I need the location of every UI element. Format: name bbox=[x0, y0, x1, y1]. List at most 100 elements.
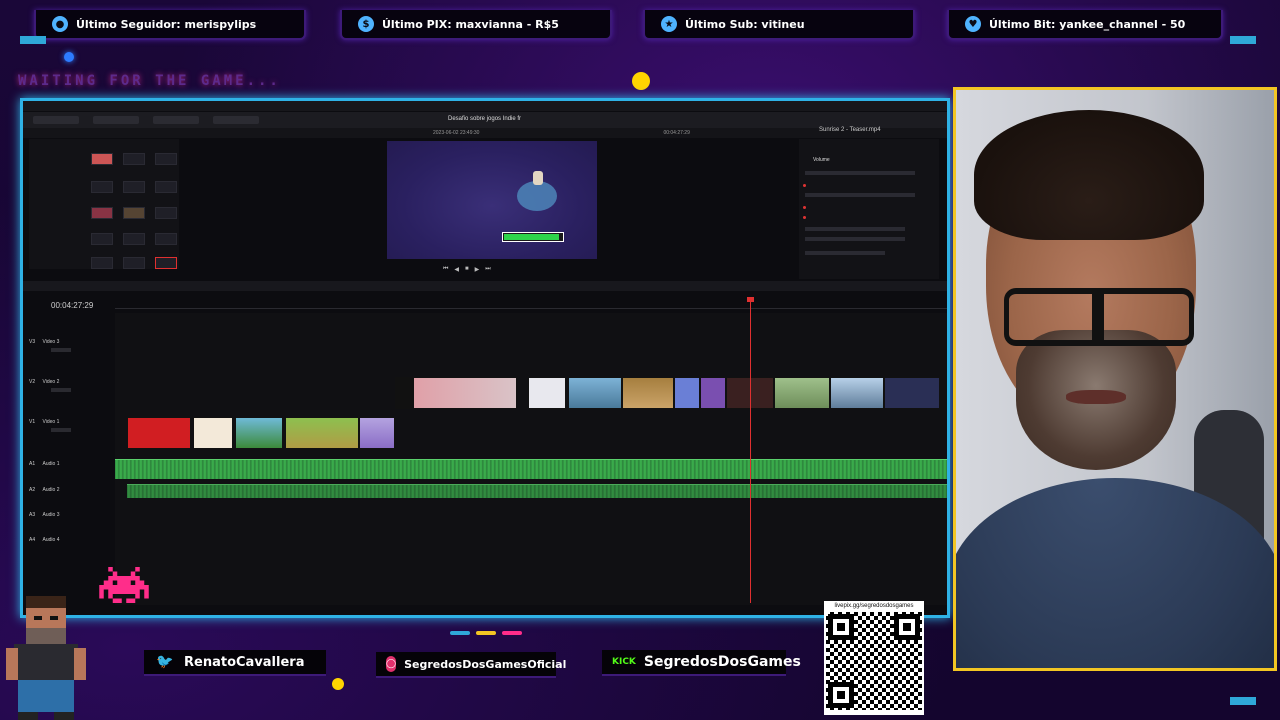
track-id: V3 bbox=[29, 339, 36, 345]
qr-url: livepix.gg/segredosdosgames bbox=[834, 603, 914, 609]
skip-back-icon[interactable]: ⏮ bbox=[443, 266, 448, 273]
sound-library-button[interactable] bbox=[213, 116, 259, 124]
inspector-panel[interactable]: Sunrise 2 - Teaser.mp4 Volume bbox=[799, 127, 939, 279]
track-controls[interactable] bbox=[51, 348, 71, 352]
timeline-clip[interactable] bbox=[359, 417, 395, 449]
timeline-clip[interactable] bbox=[395, 377, 413, 409]
instagram-label: SegredosDosGamesOficial bbox=[404, 657, 567, 671]
yellow-dot bbox=[632, 72, 650, 90]
keyframe-dot[interactable] bbox=[803, 216, 806, 219]
playhead[interactable] bbox=[750, 297, 751, 603]
keyframe-dot[interactable] bbox=[803, 184, 806, 187]
track-id: A2 bbox=[29, 487, 36, 493]
media-thumb-selected[interactable] bbox=[155, 257, 177, 269]
media-pool-panel[interactable] bbox=[29, 139, 179, 269]
media-thumb[interactable] bbox=[155, 153, 177, 165]
timeline-clip[interactable] bbox=[528, 377, 566, 409]
track-name: Audio 1 bbox=[42, 461, 60, 467]
timeline-clip[interactable] bbox=[568, 377, 622, 409]
playhead-handle[interactable] bbox=[747, 297, 754, 302]
media-thumb[interactable] bbox=[155, 207, 177, 219]
webcam-feed bbox=[953, 87, 1277, 671]
last-pix-bar: $ Último PIX: maxvianna - R$5 bbox=[340, 10, 612, 40]
media-thumb[interactable] bbox=[91, 233, 113, 245]
timeline-clip[interactable] bbox=[884, 377, 940, 409]
date-line: 2023-06-02 23:49:30 bbox=[433, 130, 480, 136]
timeline-toolbar[interactable] bbox=[23, 281, 947, 291]
timeline-clip[interactable] bbox=[622, 377, 674, 409]
blue-dot bbox=[64, 52, 74, 62]
media-thumb[interactable] bbox=[123, 153, 145, 165]
media-thumb[interactable] bbox=[91, 153, 113, 165]
timeline-clip[interactable] bbox=[127, 417, 191, 449]
video-editor-window[interactable]: Desafio sobre jogos Indie fr 2023-06-02 … bbox=[20, 98, 950, 618]
menu-bar[interactable] bbox=[23, 101, 947, 111]
inspector-slider[interactable] bbox=[805, 237, 905, 241]
timeline-clip[interactable] bbox=[830, 377, 884, 409]
transport-controls[interactable]: ⏮ ◀ ■ ▶ ⏭ bbox=[443, 266, 491, 273]
timeline-clip[interactable] bbox=[285, 417, 359, 449]
preview-viewer[interactable] bbox=[387, 141, 597, 259]
track-name: Audio 4 bbox=[42, 537, 60, 543]
last-sub-bar: ★ Último Sub: vitineu bbox=[643, 10, 915, 40]
decoration-bars bbox=[450, 631, 522, 635]
audio-track-2[interactable] bbox=[127, 484, 947, 498]
kick-label: SegredosDosGames bbox=[643, 654, 801, 670]
audio-track-1[interactable] bbox=[115, 459, 947, 479]
timeline-clip[interactable] bbox=[193, 417, 233, 449]
media-thumb[interactable] bbox=[155, 233, 177, 245]
timeline-ruler[interactable] bbox=[115, 301, 947, 309]
qr-finder bbox=[828, 682, 854, 708]
media-thumb[interactable] bbox=[91, 257, 113, 269]
last-follower-bar: ● Último Seguidor: merispylips bbox=[20, 10, 306, 42]
webcam-glasses bbox=[1004, 288, 1194, 346]
effects-button[interactable] bbox=[93, 116, 139, 124]
timeline-clip[interactable] bbox=[674, 377, 700, 409]
last-pix-label: Último PIX: maxvianna - R$5 bbox=[382, 17, 559, 31]
track-header-a2[interactable]: A2 Audio 2 bbox=[29, 487, 111, 493]
timeline-clip[interactable] bbox=[413, 377, 517, 409]
track-controls[interactable] bbox=[51, 388, 71, 392]
inspector-slider[interactable] bbox=[805, 193, 915, 197]
track-header-v2[interactable]: V2 Video 2 bbox=[29, 379, 111, 392]
skip-forward-icon[interactable]: ⏭ bbox=[485, 266, 490, 273]
play-icon[interactable]: ▶ bbox=[475, 266, 480, 273]
track-controls[interactable] bbox=[51, 428, 71, 432]
media-pool-button[interactable] bbox=[33, 116, 79, 124]
instagram-handle: ◯ SegredosDosGamesOficial bbox=[376, 652, 566, 678]
last-bit-bar: ♥ Último Bit: yankee_channel - 50 bbox=[947, 10, 1223, 40]
instagram-icon: ◯ bbox=[386, 656, 397, 672]
media-thumb[interactable] bbox=[123, 181, 145, 193]
inspector-slider[interactable] bbox=[805, 171, 915, 175]
media-thumb[interactable] bbox=[91, 181, 113, 193]
scene-progress-bar bbox=[502, 232, 564, 242]
play-reverse-icon[interactable]: ◀ bbox=[454, 266, 459, 273]
track-header-v3[interactable]: V3 Video 3 bbox=[29, 339, 111, 352]
media-thumb[interactable] bbox=[123, 257, 145, 269]
track-header-v1[interactable]: V1 Video 1 bbox=[29, 419, 111, 432]
media-thumb[interactable] bbox=[91, 207, 113, 219]
timeline-clip[interactable] bbox=[774, 377, 830, 409]
track-id: A3 bbox=[29, 512, 36, 518]
media-thumb[interactable] bbox=[155, 181, 177, 193]
waiting-text: WAITING FOR THE GAME... bbox=[18, 73, 281, 89]
viewer-info-bar: 2023-06-02 23:49:30 00:04:27:29 bbox=[23, 128, 947, 138]
keyframe-dot[interactable] bbox=[803, 206, 806, 209]
track-header-a4[interactable]: A4 Audio 4 bbox=[29, 537, 111, 543]
media-thumb[interactable] bbox=[123, 207, 145, 219]
track-header-a1[interactable]: A1 Audio 1 bbox=[29, 461, 111, 467]
qr-code-card: livepix.gg/segredosdosgames bbox=[824, 601, 924, 715]
edit-index-button[interactable] bbox=[153, 116, 199, 124]
viewer-timecode: 00:04:27:29 bbox=[663, 130, 690, 136]
media-thumb[interactable] bbox=[123, 233, 145, 245]
track-header-a3[interactable]: A3 Audio 3 bbox=[29, 512, 111, 518]
yellow-dot-small bbox=[332, 678, 344, 690]
track-name: Video 3 bbox=[42, 339, 60, 345]
timeline-clip[interactable] bbox=[235, 417, 283, 449]
track-id: V2 bbox=[29, 379, 36, 385]
timeline-clip[interactable] bbox=[700, 377, 726, 409]
kick-handle: KICK SegredosDosGames bbox=[602, 650, 801, 676]
stop-icon[interactable]: ■ bbox=[465, 266, 469, 273]
inspector-slider[interactable] bbox=[805, 227, 905, 231]
inspector-slider[interactable] bbox=[805, 251, 885, 255]
